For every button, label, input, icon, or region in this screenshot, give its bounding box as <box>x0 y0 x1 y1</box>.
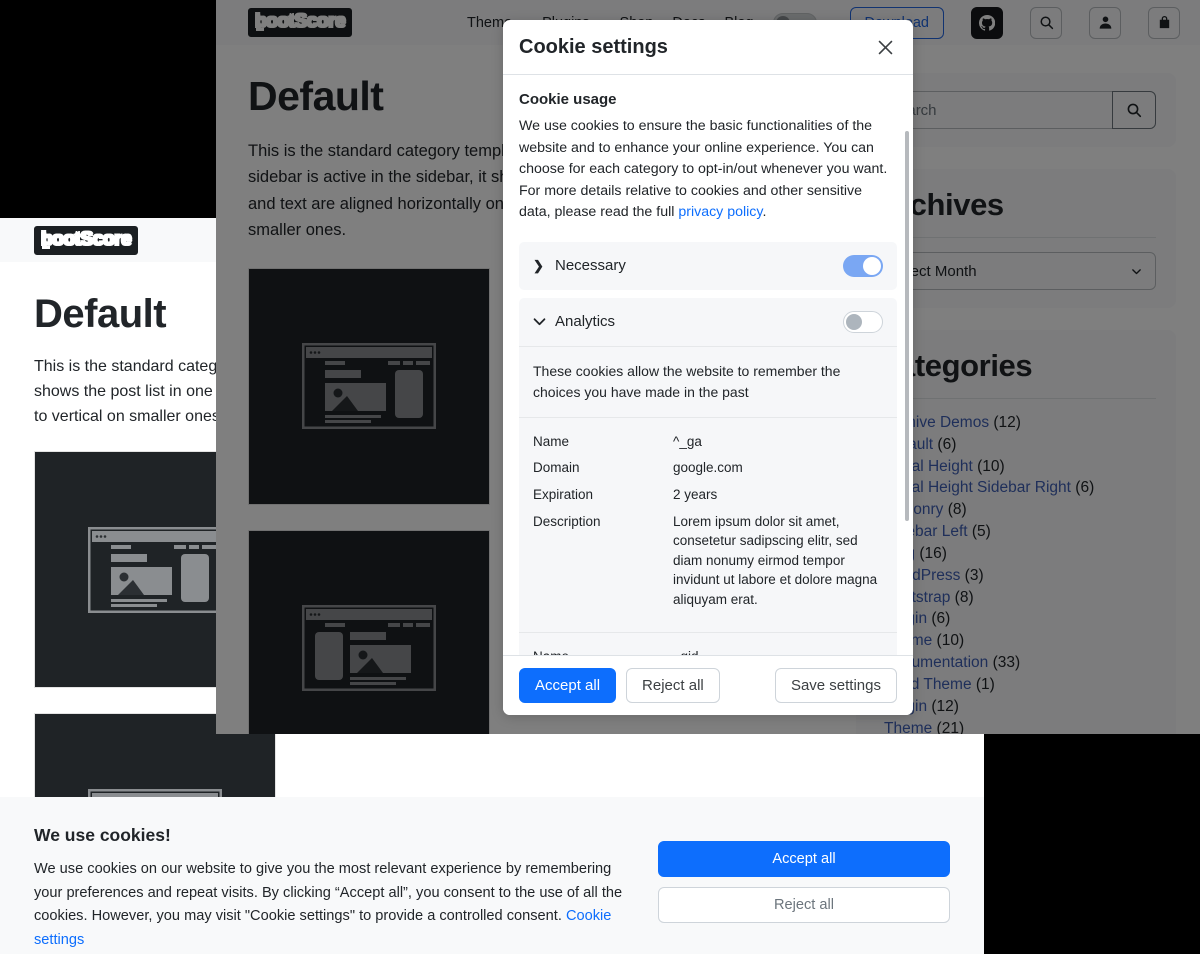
cookie-field-domain: Domain google.com <box>533 458 883 478</box>
modal-title: Cookie settings <box>519 35 668 58</box>
banner-buttons: Accept all Reject all <box>658 825 950 923</box>
modal-save-settings-button[interactable]: Save settings <box>774 668 897 703</box>
cookie-field-expiration: Expiration 2 years <box>533 485 883 505</box>
site-logo-text: bootScore <box>41 228 132 250</box>
field-value: _gid <box>673 647 883 655</box>
modal-scrollbar[interactable] <box>905 131 909 521</box>
toggle-analytics[interactable] <box>843 310 883 333</box>
field-label: Name <box>533 433 570 449</box>
modal-body[interactable]: Cookie usage We use cookies to ensure th… <box>503 75 913 655</box>
accordion-item-necessary: ❯ Necessary <box>519 241 897 290</box>
cookie-settings-modal: Cookie settings Cookie usage We use cook… <box>503 20 913 715</box>
modal-reject-all-button[interactable]: Reject all <box>626 668 720 703</box>
field-value: ^_ga <box>673 433 702 449</box>
banner-text: We use cookies on our website to give yo… <box>34 861 623 925</box>
modal-header: Cookie settings <box>503 20 913 75</box>
chevron-right-icon: ❯ <box>533 257 544 273</box>
accordion-header-analytics[interactable]: Analytics <box>519 297 897 346</box>
banner-reject-all-button[interactable]: Reject all <box>658 887 950 923</box>
field-value: google.com <box>673 460 743 476</box>
cookie-detail-block: Name ^_ga Domain google.com Expiration 2… <box>519 416 897 633</box>
modal-footer: Accept all Reject all Save settings <box>503 655 913 715</box>
field-value: Lorem ipsum dolor sit amet, consetetur s… <box>673 513 878 607</box>
cookie-consent-banner: We use cookies! We use cookies on our we… <box>0 797 984 954</box>
banner-description: We use cookies on our website to give yo… <box>34 858 632 953</box>
accordion-header-necessary[interactable]: ❯ Necessary <box>519 241 897 290</box>
cookie-field-description: Description Lorem ipsum dolor sit amet, … <box>533 512 883 610</box>
chevron-down-glyph <box>533 318 546 326</box>
accordion-label: Necessary <box>555 257 626 275</box>
field-label: Expiration <box>533 487 594 503</box>
banner-accept-all-button[interactable]: Accept all <box>658 841 950 877</box>
toggle-necessary[interactable] <box>843 254 883 277</box>
browser-window-placeholder-icon <box>88 526 222 613</box>
close-icon[interactable] <box>873 35 897 59</box>
usage-text-after: . <box>762 204 767 221</box>
accordion-label: Analytics <box>555 313 616 331</box>
field-value: 2 years <box>673 487 718 503</box>
cookie-field-name: Name _gid <box>533 647 883 655</box>
field-label: Description <box>533 513 601 529</box>
privacy-policy-link[interactable]: privacy policy <box>678 204 762 220</box>
cookie-usage-heading: Cookie usage <box>519 91 617 108</box>
site-logo[interactable]: bootScore <box>34 225 139 255</box>
accordion-title-analytics: Analytics <box>533 313 615 330</box>
cookie-detail-block: Name _gid Domain google.com Expiration 1… <box>519 632 897 655</box>
chevron-down-icon <box>533 314 546 329</box>
field-label: Domain <box>533 460 580 476</box>
cookie-usage-text: We use cookies to ensure the basic funct… <box>519 116 897 224</box>
accordion-item-analytics: Analytics These cookies allow the websit… <box>519 297 897 655</box>
analytics-note: These cookies allow the website to remem… <box>519 345 897 417</box>
close-glyph <box>878 40 892 54</box>
banner-text-block: We use cookies! We use cookies on our we… <box>34 825 632 953</box>
banner-title: We use cookies! <box>34 825 171 845</box>
modal-accept-all-button[interactable]: Accept all <box>519 668 617 703</box>
accordion-title-necessary: ❯ Necessary <box>533 257 626 274</box>
cookie-field-name: Name ^_ga <box>533 432 883 452</box>
field-label: Name <box>533 647 673 655</box>
logo-bar <box>42 245 50 249</box>
